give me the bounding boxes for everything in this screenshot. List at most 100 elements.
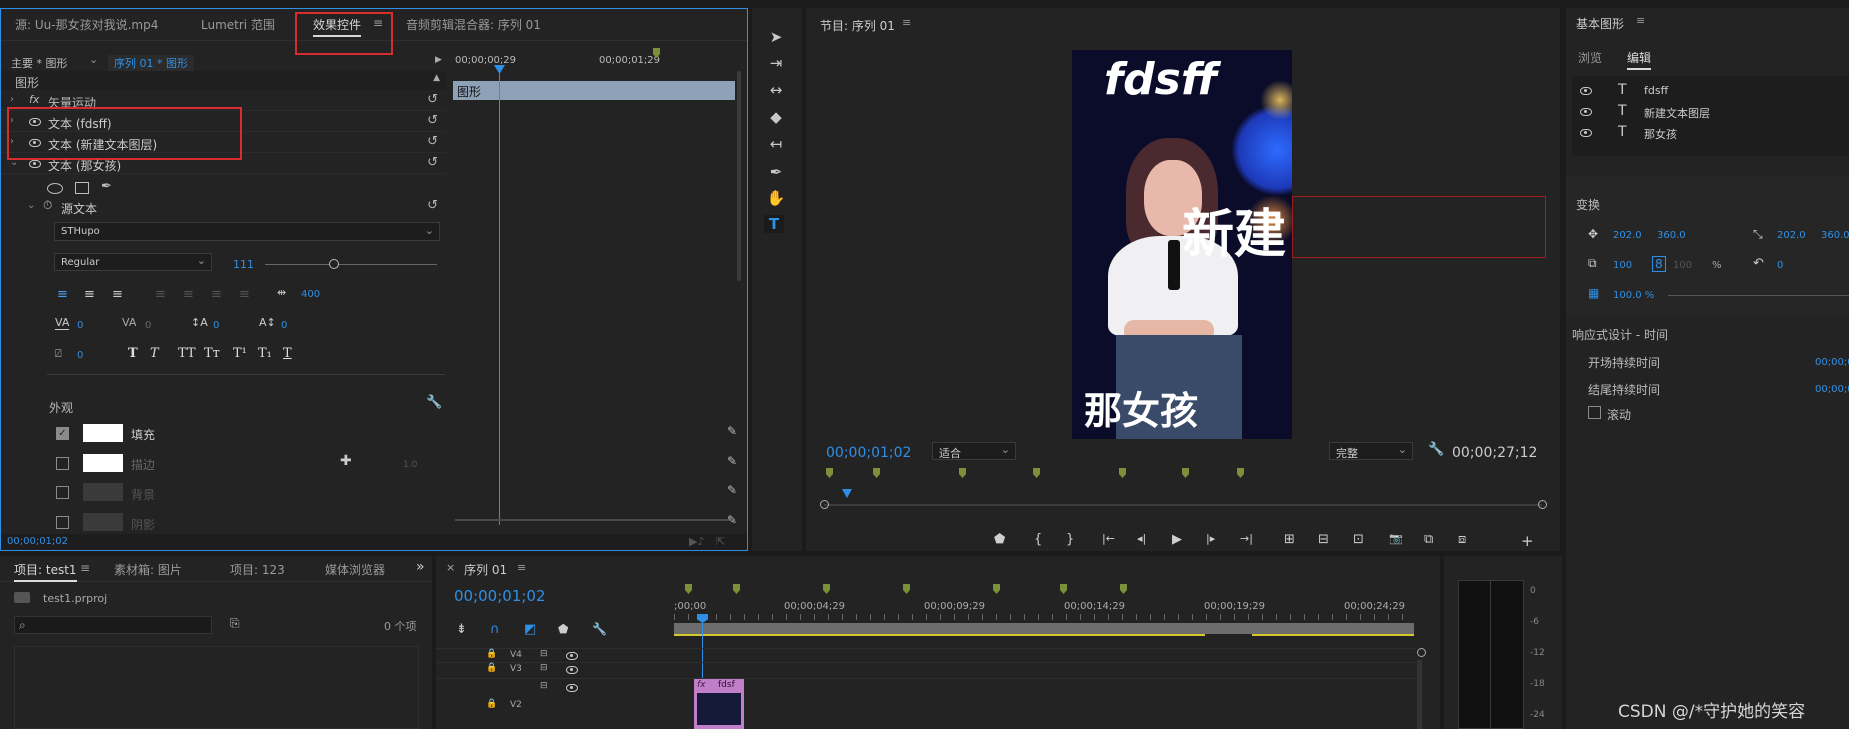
program-monitor-title[interactable]: 节目: 序列 01 bbox=[820, 17, 895, 34]
project-search-input[interactable]: ⌕ bbox=[14, 616, 212, 634]
eg-menu-icon[interactable]: ≡ bbox=[1636, 14, 1645, 27]
eg-layer-row[interactable]: T fdsff bbox=[1572, 82, 1849, 100]
position-y[interactable]: 360.0 bbox=[1657, 230, 1686, 241]
background-checkbox[interactable] bbox=[56, 486, 69, 499]
tab-lumetri[interactable]: Lumetri 范围 bbox=[201, 16, 275, 33]
ec-playhead-head[interactable] bbox=[494, 65, 505, 74]
background-color-swatch[interactable] bbox=[83, 483, 123, 501]
eye-icon[interactable] bbox=[1580, 108, 1592, 116]
linked-selection-icon[interactable]: ◩ bbox=[524, 622, 536, 637]
export-icon[interactable]: ⇱ bbox=[716, 535, 725, 548]
play-button[interactable]: ▶ bbox=[1172, 532, 1182, 547]
step-back-icon[interactable]: ◂| bbox=[1137, 532, 1146, 545]
tab-bin-images[interactable]: 素材箱: 图片 bbox=[114, 561, 182, 578]
sync-lock-icon[interactable]: ⊟ bbox=[540, 663, 548, 673]
work-area-bar[interactable] bbox=[674, 623, 1414, 634]
eye-icon[interactable] bbox=[1580, 129, 1592, 137]
timeline-settings-icon[interactable]: 🔧 bbox=[592, 622, 607, 636]
rotation-value[interactable]: 0 bbox=[1777, 260, 1783, 271]
reset-icon[interactable]: ↺ bbox=[427, 134, 438, 149]
tab-audio-mixer[interactable]: 音频剪辑混合器: 序列 01 bbox=[406, 16, 541, 33]
comparison-view-icon[interactable]: ⧉ bbox=[1424, 532, 1433, 547]
row-text-nanvhai[interactable]: ⌄ 文本 (那女孩) ↺ bbox=[1, 154, 446, 174]
program-playhead[interactable] bbox=[842, 489, 852, 498]
eyedropper-icon[interactable]: ✎ bbox=[727, 483, 737, 497]
insert-icon[interactable]: ⊡ bbox=[1353, 532, 1364, 547]
lock-icon[interactable]: 🔒 bbox=[486, 663, 497, 673]
timeline-zoom-handle[interactable] bbox=[1417, 648, 1426, 657]
eyedropper-icon[interactable]: ✎ bbox=[727, 513, 737, 527]
program-marker[interactable] bbox=[959, 468, 966, 478]
eyedropper-icon[interactable]: ✎ bbox=[727, 424, 737, 438]
quality-select[interactable]: 完整 ⌄ bbox=[1329, 442, 1413, 460]
vr-toggle-icon[interactable]: ⧈ bbox=[1458, 532, 1466, 547]
position-x[interactable]: 202.0 bbox=[1613, 230, 1642, 241]
tracking2-value[interactable]: 0 bbox=[145, 320, 151, 331]
timeline-timecode[interactable]: 00;00;01;02 bbox=[454, 587, 546, 605]
slip-tool-icon[interactable]: ↤ bbox=[766, 135, 786, 153]
font-family-select[interactable]: STHupo ⌄ bbox=[54, 222, 440, 241]
overlay-text-new-layer[interactable]: 新建 bbox=[1182, 192, 1286, 267]
audio-toggle-icon[interactable]: ▶♪ bbox=[689, 535, 704, 548]
new-bin-from-search-icon[interactable]: ⎘ bbox=[230, 616, 240, 631]
timeline-marker[interactable] bbox=[823, 584, 830, 594]
pen-tool-icon[interactable]: ✒ bbox=[766, 163, 786, 181]
sync-lock-icon[interactable]: ⊟ bbox=[540, 681, 548, 691]
snap-icon[interactable]: ∩ bbox=[490, 622, 500, 637]
eye-icon[interactable] bbox=[566, 666, 578, 674]
collapse-chevron-icon[interactable]: ⌄ bbox=[10, 157, 18, 168]
eyedropper-icon[interactable]: ✎ bbox=[727, 454, 737, 468]
selection-tool-icon[interactable]: ➤ bbox=[766, 28, 786, 46]
sequence-clip-label[interactable]: 序列 01 * 图形 bbox=[108, 55, 194, 71]
stopwatch-icon[interactable]: ⏱ bbox=[43, 198, 52, 213]
anchor-x[interactable]: 202.0 bbox=[1777, 230, 1806, 241]
ripple-edit-tool-icon[interactable]: ↔ bbox=[766, 81, 786, 99]
align-center-icon[interactable]: ≡ bbox=[84, 287, 95, 302]
tab-media-browser[interactable]: 媒体浏览器 bbox=[325, 561, 385, 578]
subscript-icon[interactable]: T₁ bbox=[258, 346, 272, 361]
lock-icon[interactable]: 🔒 bbox=[486, 699, 497, 709]
opacity-slider-track[interactable] bbox=[1668, 295, 1849, 296]
rectangle-mask-icon[interactable] bbox=[75, 182, 89, 194]
roll-checkbox[interactable] bbox=[1588, 406, 1601, 419]
add-stroke-icon[interactable]: ✚ bbox=[340, 453, 352, 469]
expand-chevron-icon[interactable]: › bbox=[10, 94, 14, 105]
faux-bold-icon[interactable]: T bbox=[128, 346, 138, 361]
outro-duration-value[interactable]: 00;00;0 bbox=[1815, 384, 1849, 395]
more-tabs-icon[interactable]: » bbox=[416, 559, 425, 575]
ec-scrollbar[interactable] bbox=[455, 519, 730, 521]
underline-icon[interactable]: T bbox=[283, 346, 292, 361]
stroke-color-swatch[interactable] bbox=[83, 454, 123, 472]
nest-icon[interactable]: ⇟ bbox=[456, 622, 467, 637]
timeline-marker[interactable] bbox=[685, 584, 692, 594]
collapse-chevron-icon[interactable]: ⌄ bbox=[27, 200, 35, 211]
program-menu-icon[interactable]: ≡ bbox=[902, 16, 911, 29]
anchor-y[interactable]: 360.0 bbox=[1821, 230, 1849, 241]
mark-out-icon[interactable]: } bbox=[1066, 532, 1074, 547]
tab-browse[interactable]: 浏览 bbox=[1578, 49, 1602, 66]
shadow-color-swatch[interactable] bbox=[83, 513, 123, 531]
ellipse-mask-icon[interactable] bbox=[47, 183, 63, 194]
lift-icon[interactable]: ⊞ bbox=[1284, 532, 1295, 547]
align-left-icon[interactable]: ≡ bbox=[57, 287, 68, 302]
program-marker[interactable] bbox=[826, 468, 833, 478]
timeline-vscroll[interactable] bbox=[1417, 660, 1422, 729]
tab-project-123[interactable]: 项目: 123 bbox=[230, 561, 285, 578]
scrubber-end-right[interactable] bbox=[1538, 500, 1547, 509]
font-style-select[interactable]: Regular ⌄ bbox=[54, 253, 212, 271]
ec-clip-bar[interactable]: 图形 bbox=[453, 81, 735, 100]
pen-mask-icon[interactable]: ✒ bbox=[101, 179, 112, 194]
baseline-value[interactable]: 0 bbox=[281, 320, 287, 331]
ec-playhead[interactable] bbox=[499, 67, 500, 525]
go-to-in-icon[interactable]: |← bbox=[1102, 532, 1115, 545]
scale-value[interactable]: 100 bbox=[1613, 260, 1632, 271]
fill-checkbox[interactable]: ✓ bbox=[56, 427, 69, 440]
add-marker-icon[interactable]: ⬟ bbox=[994, 532, 1005, 547]
eye-icon[interactable] bbox=[566, 684, 578, 692]
tab-source[interactable]: 源: Uu-那女孩对我说.mp4 bbox=[15, 16, 158, 33]
reset-icon[interactable]: ↺ bbox=[427, 92, 438, 107]
all-caps-icon[interactable]: TT bbox=[178, 346, 196, 361]
kerning-value[interactable]: 0 bbox=[77, 320, 83, 331]
ec-collapse-icon[interactable]: ▲ bbox=[433, 73, 440, 83]
shadow-checkbox[interactable] bbox=[56, 516, 69, 529]
